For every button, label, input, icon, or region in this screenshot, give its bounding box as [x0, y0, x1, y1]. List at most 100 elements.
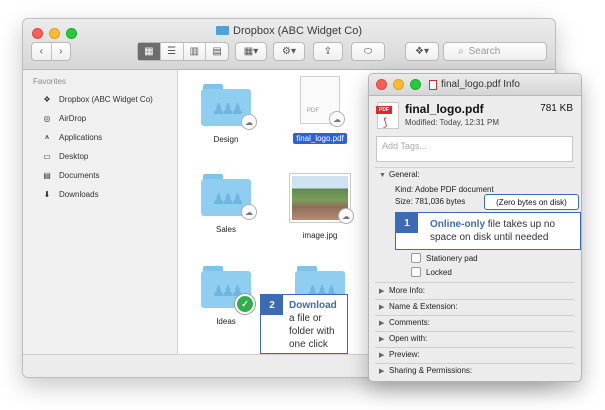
sidebar-item-documents[interactable]: ▤ Documents [41, 168, 99, 182]
file-label: final_logo.pdf [293, 133, 347, 144]
cloud-icon: ☁ [329, 111, 345, 127]
divider [375, 363, 575, 364]
disclosure-open-icon: ▼ [379, 172, 386, 179]
file-size: 781 KB [540, 103, 573, 114]
minimize-button[interactable] [393, 79, 404, 90]
icon-view-button[interactable]: ▦ [138, 43, 161, 60]
info-title: final_logo.pdf Info [429, 79, 520, 90]
photo-thumbnail: ☁ [290, 174, 354, 224]
folder-icon: ♟♟♟ ✓ [201, 266, 255, 314]
sidebar-item-desktop[interactable]: ▭ Desktop [41, 149, 88, 163]
sidebar-item-label: Applications [59, 132, 103, 142]
zoom-button[interactable] [410, 79, 421, 90]
checkmark-icon: ✓ [235, 294, 255, 314]
file-label: Sales [215, 225, 236, 234]
action-button[interactable]: ⚙▾ [273, 42, 305, 61]
divider [375, 167, 575, 168]
info-titlebar: final_logo.pdf Info [369, 74, 581, 96]
back-forward-buttons: ‹ › [31, 42, 71, 61]
locked-checkbox[interactable]: Locked [411, 267, 452, 277]
search-icon: ⌕ [458, 46, 464, 57]
view-mode-selector: ▦ ☰ ▥ ▤ [137, 42, 229, 61]
divider [375, 282, 575, 283]
back-button[interactable]: ‹ [32, 43, 52, 60]
coverflow-view-button[interactable]: ▤ [206, 43, 228, 60]
sidebar-item-label: Dropbox (ABC Widget Co) [59, 94, 153, 104]
general-section-toggle[interactable]: ▼ General: [379, 170, 420, 179]
divider [375, 299, 575, 300]
window-title: Dropbox (ABC Widget Co) [23, 25, 555, 37]
close-button[interactable] [376, 79, 387, 90]
pdf-icon [429, 79, 437, 90]
folder-icon: ♟♟♟ ☁ [201, 84, 257, 130]
arrange-button[interactable]: ▦▾ [235, 42, 267, 61]
folder-design[interactable]: ♟♟♟ ☁ Design [184, 84, 268, 144]
file-final-logo[interactable]: PDF ☁ final_logo.pdf [278, 76, 362, 144]
tags-placeholder: Add Tags... [382, 141, 427, 151]
forward-button[interactable]: › [52, 43, 71, 60]
folder-ideas[interactable]: ♟♟♟ ✓ Ideas [184, 266, 268, 326]
sidebar-item-airdrop[interactable]: ◎ AirDrop [41, 111, 87, 125]
share-icon: ⇪ [323, 46, 333, 57]
chevron-right-icon: › [59, 46, 63, 57]
divider [375, 315, 575, 316]
sidebar: Favorites ❖ Dropbox (ABC Widget Co) ◎ Ai… [23, 70, 178, 355]
window-controls [376, 79, 421, 90]
callout-text: Online-only file takes up no space on di… [430, 219, 556, 243]
tag-icon: ⬭ [363, 46, 373, 57]
folder-sales[interactable]: ♟♟♟ ☁ Sales [184, 174, 268, 234]
grid-icon: ▦ [144, 46, 154, 57]
sidebar-item-label: Documents [59, 170, 100, 180]
file-image[interactable]: ☁ image.jpg [278, 174, 362, 240]
callout-number: 1 [396, 213, 418, 233]
chevron-left-icon: ‹ [39, 46, 43, 57]
more-info-section-toggle[interactable]: ▶ More Info: [379, 286, 425, 295]
sidebar-item-label: Desktop [59, 151, 89, 161]
dropbox-icon: ❖ [43, 94, 51, 104]
coverflow-icon: ▤ [212, 46, 222, 57]
file-label: image.jpg [302, 231, 338, 240]
cloud-icon: ☁ [338, 208, 354, 224]
file-label: Design [213, 135, 239, 144]
disclosure-closed-icon: ▶ [379, 336, 385, 343]
cloud-icon: ☁ [241, 114, 257, 130]
open-with-section-toggle[interactable]: ▶ Open with: [379, 334, 427, 343]
tags-button[interactable]: ⬭ [351, 42, 385, 61]
checkbox-icon [411, 267, 421, 277]
dropbox-menu-button[interactable]: ❖▾ [405, 42, 439, 61]
list-view-button[interactable]: ☰ [161, 43, 184, 60]
comments-section-toggle[interactable]: ▶ Comments: [379, 318, 430, 327]
airdrop-icon: ◎ [43, 113, 51, 123]
dropbox-folder-icon [216, 26, 229, 35]
sidebar-item-applications[interactable]: ⩚ Applications [41, 130, 102, 144]
gear-icon: ⚙▾ [282, 46, 296, 57]
columns-icon: ▥ [189, 46, 200, 57]
column-view-button[interactable]: ▥ [184, 43, 207, 60]
cloud-icon: ☁ [241, 204, 257, 220]
modified-date: Modified: Today, 12:31 PM [405, 118, 499, 127]
applications-icon: ⩚ [44, 132, 50, 141]
sidebar-header: Favorites [33, 77, 66, 86]
preview-section-toggle[interactable]: ▶ Preview: [379, 350, 420, 359]
sidebar-item-label: Downloads [59, 189, 99, 199]
disclosure-closed-icon: ▶ [379, 352, 385, 359]
zero-bytes-callout: (Zero bytes on disk) [484, 194, 579, 210]
checkbox-icon [411, 253, 421, 263]
share-button[interactable]: ⇪ [313, 42, 343, 61]
list-icon: ☰ [167, 46, 177, 57]
search-field[interactable]: ⌕ Search [443, 42, 547, 61]
kind-value: Kind: Adobe PDF document [395, 185, 494, 194]
arrange-grid-icon: ▦▾ [243, 46, 259, 57]
download-callout: 2 Download a file or folder with one clic… [260, 294, 348, 354]
file-label: Ideas [216, 317, 236, 326]
folder-icon: ♟♟♟ ☁ [201, 174, 257, 220]
name-extension-section-toggle[interactable]: ▶ Name & Extension: [379, 302, 457, 311]
stationery-pad-checkbox[interactable]: Stationery pad [411, 253, 478, 263]
sidebar-item-dropbox[interactable]: ❖ Dropbox (ABC Widget Co) [41, 92, 153, 106]
tags-field[interactable]: Add Tags... [376, 136, 573, 162]
sharing-permissions-section-toggle[interactable]: ▶ Sharing & Permissions: [379, 366, 472, 375]
sidebar-item-downloads[interactable]: ⬇ Downloads [41, 187, 99, 201]
callout-text: Download a file or folder with one click [289, 300, 337, 350]
info-header: PDF ⟆ final_logo.pdf 781 KB Modified: To… [376, 102, 573, 134]
divider [375, 331, 575, 332]
